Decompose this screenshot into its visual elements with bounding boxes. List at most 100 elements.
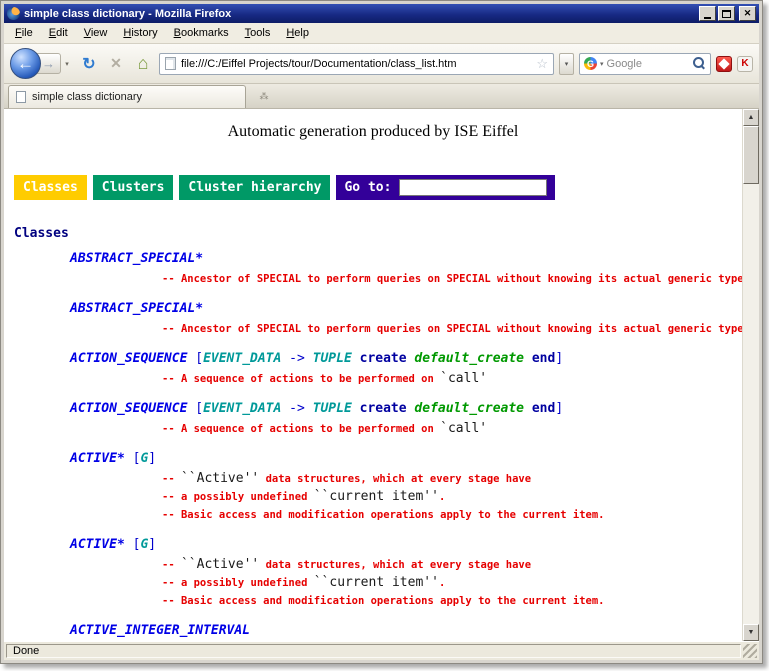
class-comment: -- ``Active'' data structures, which at … [162,555,742,573]
class-link[interactable]: ABSTRACT_SPECIAL* [70,301,742,316]
tab-simple-class-dictionary[interactable]: simple class dictionary [8,85,246,108]
code-token: default_create [414,351,524,366]
search-input[interactable]: Google [607,58,690,70]
code-token: EVENT_DATA [203,401,281,416]
clusters-button[interactable]: Clusters [93,175,174,200]
comment-segment: -- a possibly undefined [162,491,314,503]
code-token: ACTION_SEQUENCE [70,351,187,366]
class-comment: -- Ancestor of SPECIAL to perform querie… [162,269,742,287]
menu-history[interactable]: History [115,24,165,42]
menu-help[interactable]: Help [278,24,317,42]
code-token: default_create [414,401,524,416]
code-token: ACTIVE* [70,537,125,552]
menu-file[interactable]: File [7,24,41,42]
antivirus-k-addon-icon[interactable]: K [737,56,753,72]
home-button[interactable]: ⌂ [132,53,154,75]
comment-segment: -- Ancestor of SPECIAL to perform querie… [162,273,742,285]
chevron-down-icon: ▾ [65,60,69,68]
cluster-hierarchy-button[interactable]: Cluster hierarchy [179,175,330,200]
class-entry: ACTION_SEQUENCE [EVENT_DATA -> TUPLE cre… [4,351,742,387]
stop-icon: ✕ [110,55,122,72]
stop-button[interactable]: ✕ [105,53,127,75]
section-title: Classes [14,226,742,241]
class-comment: -- Basic access and modification operati… [162,505,742,523]
vertical-scrollbar: ▲ ▼ [742,109,759,641]
scroll-up-button[interactable]: ▲ [743,109,759,126]
resize-grip[interactable] [743,644,757,658]
search-engine-dropdown[interactable]: ▾ [600,60,604,68]
comment-segment: -- Ancestor of SPECIAL to perform querie… [162,323,742,335]
back-icon: ← [17,54,34,74]
class-entry: ACTIVE* [G] -- ``Active'' data structures… [4,537,742,609]
search-bar[interactable]: G ▾ Google [579,53,711,75]
class-link[interactable]: ABSTRACT_SPECIAL* [70,251,742,266]
code-token: ] [148,451,156,466]
class-entry: ACTIVE_INTEGER_INTERVAL [4,623,742,638]
comment-segment: ``current item'' [314,575,439,590]
goto-box: Go to: [336,175,555,200]
comment-segment: -- [162,559,181,571]
tab-bar: simple class dictionary ⁂ [4,84,759,109]
comment-segment: . [439,577,445,589]
history-dropdown-button[interactable]: ▾ [61,53,73,74]
url-bar[interactable]: file:///C:/Eiffel Projects/tour/Document… [159,53,554,75]
class-link[interactable]: ACTIVE* [G] [70,451,742,466]
antivirus-addon-icon[interactable] [716,56,732,72]
code-token: [ [125,451,141,466]
google-logo-icon: G [584,57,597,70]
code-token: ABSTRACT_SPECIAL* [70,251,203,266]
class-entry: ACTION_SEQUENCE [EVENT_DATA -> TUPLE cre… [4,401,742,437]
goto-label: Go to: [344,180,391,195]
status-text: Done [6,644,741,658]
code-token: ACTIVE* [70,451,125,466]
class-comment: -- ``Active'' data structures, which at … [162,469,742,487]
maximize-button[interactable] [718,6,735,21]
classes-button[interactable]: Classes [14,175,87,200]
search-icon[interactable] [693,57,706,70]
code-token: [ [187,401,203,416]
page-icon [16,91,26,103]
comment-segment: `call' [440,421,487,436]
navigation-toolbar: ← → ▾ ↻ ✕ ⌂ file:///C:/Eiffel Projects/t… [4,44,759,84]
class-link[interactable]: ACTIVE_INTEGER_INTERVAL [70,623,742,638]
scroll-down-button[interactable]: ▼ [743,624,759,641]
class-link[interactable]: ACTION_SEQUENCE [EVENT_DATA -> TUPLE cre… [70,351,742,366]
class-link[interactable]: ACTION_SEQUENCE [EVENT_DATA -> TUPLE cre… [70,401,742,416]
refresh-icon: ↻ [82,54,95,74]
comment-segment: -- [162,473,181,485]
minimize-button[interactable] [699,6,716,21]
menu-view[interactable]: View [76,24,116,42]
back-button[interactable]: ← [10,48,41,79]
bookmark-star-icon[interactable]: ☆ [536,56,548,72]
class-link[interactable]: ACTIVE* [G] [70,537,742,552]
menu-tools[interactable]: Tools [237,24,279,42]
new-tab-button[interactable]: ⁂ [250,87,278,106]
url-text[interactable]: file:///C:/Eiffel Projects/tour/Document… [181,58,531,70]
code-token: TUPLE [313,351,352,366]
menu-edit[interactable]: Edit [41,24,76,42]
back-forward-group: ← → ▾ [10,48,73,79]
goto-input[interactable] [399,179,547,196]
comment-segment: ``current item'' [314,489,439,504]
title-bar[interactable]: simple class dictionary - Mozilla Firefo… [4,4,759,23]
close-button[interactable]: ✕ [739,6,756,21]
class-comment: -- A sequence of actions to be performed… [162,419,742,437]
code-token: create [352,401,415,416]
scrollbar-thumb[interactable] [743,126,759,184]
class-comment: -- Ancestor of SPECIAL to perform querie… [162,319,742,337]
class-comment: -- a possibly undefined ``current item''… [162,487,742,505]
menu-bar: FileEditViewHistoryBookmarksToolsHelp [4,23,759,44]
menu-bookmarks[interactable]: Bookmarks [166,24,237,42]
status-bar: Done [4,641,759,660]
page-content: Automatic generation produced by ISE Eif… [4,109,742,641]
code-token: ] [555,351,563,366]
class-entry: ABSTRACT_SPECIAL* -- Ancestor of SPECIAL … [4,301,742,337]
comment-segment: ``Active'' [181,471,259,486]
home-icon: ⌂ [138,53,149,74]
maximize-icon [722,10,731,18]
class-list: ABSTRACT_SPECIAL* -- Ancestor of SPECIAL … [4,251,742,638]
scrollbar-track[interactable] [743,126,759,624]
code-token: ] [555,401,563,416]
url-history-dropdown[interactable]: ▾ [559,53,574,75]
refresh-button[interactable]: ↻ [78,53,100,75]
